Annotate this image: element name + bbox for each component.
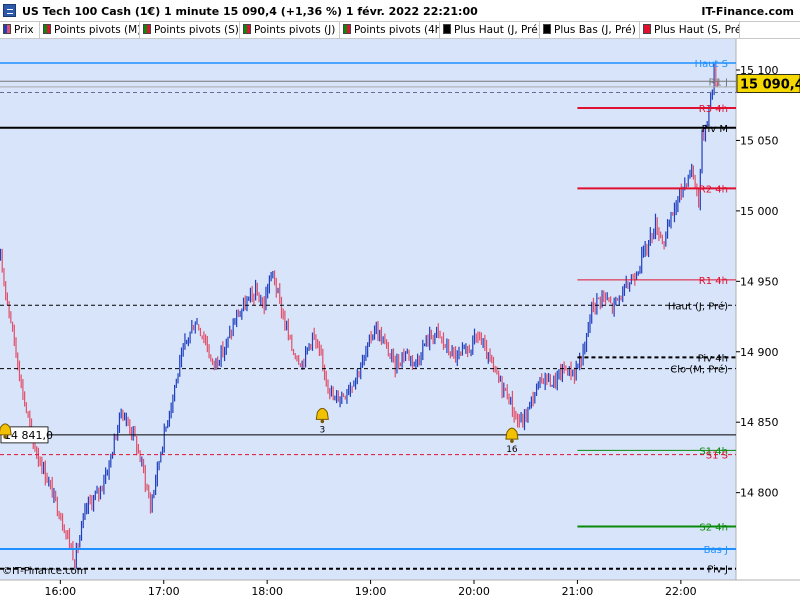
level-label: S1 S (706, 451, 728, 462)
alert-label: 16 (506, 445, 518, 455)
y-tick-label: 15 050 (740, 134, 779, 147)
y-tick-label: 14 900 (740, 346, 779, 359)
alert-label: 3 (319, 425, 325, 435)
x-tick-label: 19:00 (355, 585, 387, 598)
level-label: R2 4h (699, 184, 728, 195)
legend-label: Plus Haut (S, Pré) (654, 24, 740, 36)
legend-swatch (143, 24, 151, 34)
bell-clapper (510, 439, 514, 443)
level-label: Bas J (704, 545, 728, 556)
legend-swatch (543, 24, 551, 34)
legend-swatch (243, 24, 251, 34)
legend-swatch (343, 24, 351, 34)
legend-item[interactable]: Prix (0, 22, 40, 38)
legend-item[interactable]: Plus Haut (J, Pré) (440, 22, 540, 38)
y-tick-label: 14 950 (740, 275, 779, 288)
x-tick-label: 22:00 (665, 585, 697, 598)
legend-label: Points pivots (4h) (354, 24, 440, 36)
x-tick-label: 16:00 (44, 585, 76, 598)
last-price-label: 15 090,4 (740, 78, 800, 93)
legend-label: Plus Bas (J, Pré) (554, 24, 636, 36)
y-tick-label: 14 850 (740, 416, 779, 429)
level-label: Piv M (702, 124, 728, 135)
level-label: Clo (M, Pré) (670, 364, 728, 376)
level-label: Piv J (707, 565, 728, 576)
level-label: Haut (J, Pré) (668, 300, 728, 312)
legend-label: Prix (14, 24, 34, 36)
legend-label: Points pivots (S) (154, 24, 239, 36)
legend-swatch (3, 24, 11, 34)
x-tick-label: 17:00 (148, 585, 180, 598)
price-chart[interactable]: 15 10015 05015 00014 95014 90014 85014 8… (0, 39, 800, 600)
legend-item[interactable]: Plus Bas (J, Pré) (540, 22, 640, 38)
title-bar: US Tech 100 Cash (1€) 1 minute 15 090,4 … (0, 0, 800, 22)
level-label: S2 4h (699, 522, 728, 533)
legend-swatch (643, 24, 651, 34)
legend-label: Points pivots (J) (254, 24, 336, 36)
x-tick-label: 21:00 (562, 585, 594, 598)
chart-title: US Tech 100 Cash (1€) 1 minute 15 090,4 … (22, 5, 478, 18)
legend-item[interactable]: Points pivots (S) (140, 22, 240, 38)
plot-area[interactable] (0, 39, 736, 580)
level-label: Piv 4h (698, 353, 728, 364)
menu-icon[interactable] (3, 4, 16, 17)
legend-item[interactable]: Plus Haut (S, Pré) (640, 22, 740, 38)
y-tick-label: 15 000 (740, 205, 779, 218)
legend-item[interactable]: Points pivots (M) (40, 22, 140, 38)
x-tick-label: 18:00 (251, 585, 283, 598)
legend-swatch (43, 24, 51, 34)
legend-item[interactable]: Points pivots (J) (240, 22, 340, 38)
legend-swatch (443, 24, 451, 34)
legend-label: Points pivots (M) (54, 24, 140, 36)
legend-item[interactable]: Points pivots (4h) (340, 22, 440, 38)
x-tick-label: 20:00 (458, 585, 490, 598)
level-label: Haut S (695, 59, 728, 70)
y-tick-label: 14 800 (740, 487, 779, 500)
bell-clapper (320, 419, 325, 424)
watermark: ©IT-Finance.com (2, 566, 87, 577)
legend-label: Plus Haut (J, Pré) (454, 24, 540, 36)
level-label: R3 4h (699, 104, 728, 115)
legend-bar: Prix Points pivots (M) Points pivots (S) Po… (0, 22, 800, 39)
level-label: R1 4h (699, 276, 728, 287)
bell-clapper (3, 435, 7, 439)
brand-label: IT-Finance.com (701, 5, 794, 18)
